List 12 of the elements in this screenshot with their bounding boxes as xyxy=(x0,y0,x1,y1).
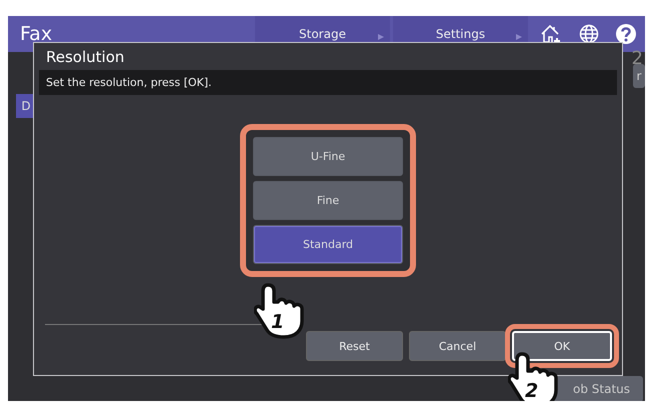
resolution-option[interactable]: U-Fine xyxy=(253,137,403,176)
resolution-option[interactable]: Standard xyxy=(253,225,403,264)
dialog-title: Resolution xyxy=(45,47,126,68)
instruction-message: Set the resolution, press [OK]. xyxy=(39,70,617,95)
dialog-button[interactable]: Cancel xyxy=(409,331,506,361)
step-number: 2 xyxy=(525,380,538,401)
job-status-button[interactable]: ob Status xyxy=(553,376,643,401)
step-number: 1 xyxy=(271,311,284,333)
side-button[interactable]: r xyxy=(633,64,645,88)
resolution-option[interactable]: Fine xyxy=(253,181,403,220)
dialog-button[interactable]: Reset xyxy=(306,331,403,361)
screen-title: Fax xyxy=(19,23,54,45)
